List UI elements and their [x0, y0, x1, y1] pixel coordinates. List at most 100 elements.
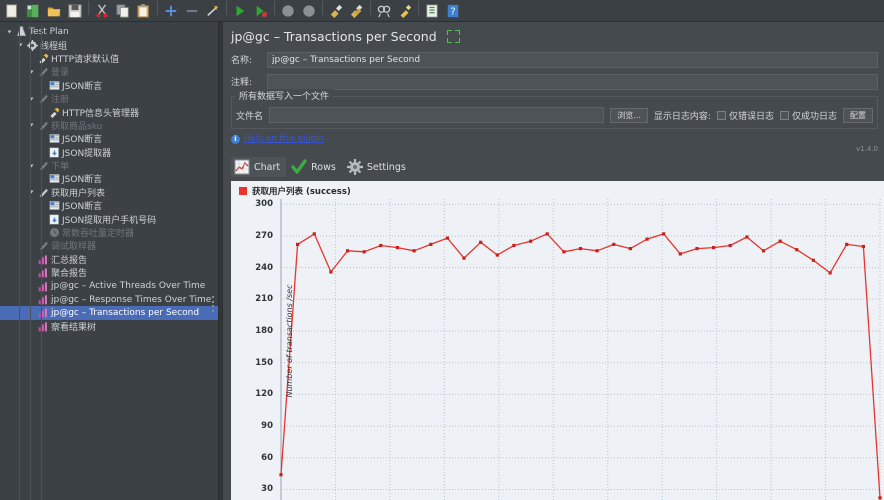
listener-icon [37, 307, 50, 318]
tree-item-jp-gc-active-threads-over-time[interactable]: jp@gc – Active Threads Over Time [0, 279, 218, 292]
chevron-down-icon[interactable] [15, 43, 26, 47]
gear-icon [346, 159, 363, 175]
chevron-down-icon[interactable] [26, 190, 37, 194]
browse-button[interactable]: 浏览... [610, 107, 648, 123]
tree-drag-handle[interactable] [212, 296, 215, 312]
tree-item-label: JSON断言 [62, 135, 103, 146]
tree-item-item-18[interactable]: 聚合报告 [0, 266, 218, 279]
chevron-down-icon[interactable] [26, 70, 37, 74]
success-only-label: 仅成功日志 [791, 111, 837, 122]
expand-panel-icon[interactable] [446, 30, 460, 43]
tab-label: Chart [254, 161, 281, 173]
tree-item-label: 登录 [51, 68, 70, 79]
tab-label: Rows [311, 161, 336, 173]
y-axis-tick: 90 [261, 421, 273, 432]
chevron-down-icon[interactable] [26, 97, 37, 101]
tree-item-json[interactable]: JSON断言 [0, 132, 218, 145]
search-icon[interactable] [374, 1, 394, 21]
tree-item-jp-gc-response-times-over-time[interactable]: jp@gc – Response Times Over Time [0, 293, 218, 306]
tree-item-item-22[interactable]: 察看结果树 [0, 320, 218, 333]
filename-input[interactable] [269, 107, 605, 123]
y-axis-tick: 300 [255, 199, 273, 210]
open-icon[interactable] [44, 1, 64, 21]
tree-item-item-5[interactable]: 注册 [0, 92, 218, 105]
cut-icon[interactable] [92, 1, 112, 21]
start-icon[interactable] [230, 1, 250, 21]
tree-item-sku[interactable]: 获取商品sku [0, 119, 218, 132]
errors-only-checkbox[interactable]: 仅错误日志 [716, 109, 774, 122]
main-body: Test Plan 线程组 HTTP请求默认值 登录 JSON断言 注册 HTTP信息头管理… [0, 22, 884, 500]
y-axis-tick: 210 [255, 294, 273, 305]
new-icon[interactable] [2, 1, 22, 21]
tree-item-label: 获取商品sku [51, 121, 103, 132]
write-results-group: 所有数据写入一个文件 文件名 浏览... 显示日志内容: 仅错误日志 仅成功日志… [231, 89, 878, 129]
tree-item-label: 汇总报告 [51, 255, 88, 266]
tab-chart[interactable]: Chart [231, 157, 287, 177]
y-axis-tick: 240 [255, 262, 273, 273]
checkbox-box-errors[interactable] [716, 110, 726, 120]
save-icon[interactable] [65, 1, 85, 21]
configure-button[interactable]: 配置 [843, 107, 873, 123]
checkbox-box-success[interactable] [779, 110, 789, 120]
tree-item-json[interactable]: JSON提取用户手机号码 [0, 212, 218, 226]
search-reset-icon[interactable] [395, 1, 415, 21]
expand-all-icon[interactable] [161, 1, 181, 21]
y-axis-tick: 150 [255, 357, 273, 368]
sampler-icon [37, 120, 50, 131]
tree-item-test-plan[interactable]: Test Plan [0, 25, 218, 38]
chevron-down-icon[interactable] [26, 164, 37, 168]
tree-item-item-17[interactable]: 汇总报告 [0, 253, 218, 266]
chevron-down-icon[interactable] [26, 123, 37, 127]
start-no-pauses-icon[interactable] [251, 1, 271, 21]
toggle-icon[interactable] [203, 1, 223, 21]
help-link[interactable]: Help on this plugin [244, 134, 324, 144]
clear-all-icon[interactable] [347, 1, 367, 21]
tab-settings[interactable]: Settings [344, 157, 412, 177]
tree-item-item-16[interactable]: 调试取样器 [0, 239, 218, 252]
listener-icon [37, 281, 50, 292]
testplan-icon [15, 26, 28, 37]
chevron-down-icon[interactable] [4, 30, 15, 34]
tree-item-label: Test Plan [29, 26, 69, 37]
sampler-icon [37, 93, 50, 104]
info-icon: i [231, 134, 240, 144]
sampler-icon [37, 240, 50, 252]
tree-item-label: 下单 [51, 162, 70, 173]
tree-item-item-10[interactable]: 下单 [0, 159, 218, 172]
tree-item-http[interactable]: HTTP信息头管理器 [0, 105, 218, 119]
paste-icon[interactable] [134, 1, 154, 21]
assertion-icon [48, 80, 61, 91]
name-input[interactable] [267, 51, 878, 68]
tree-item-jp-gc-transactions-per-second[interactable]: jp@gc – Transactions per Second [0, 306, 218, 320]
templates-icon[interactable] [23, 1, 43, 21]
collapse-all-icon[interactable] [182, 1, 202, 21]
comment-input[interactable] [267, 73, 878, 90]
assertion-icon [48, 173, 61, 184]
tree-item-item-3[interactable]: 登录 [0, 65, 218, 78]
success-only-checkbox[interactable]: 仅成功日志 [779, 109, 837, 122]
clear-icon[interactable] [326, 1, 346, 21]
help-icon[interactable]: ? [443, 1, 463, 21]
tree-item-json[interactable]: JSON提取器 [0, 146, 218, 159]
chart-icon [234, 159, 250, 175]
tree-item-json[interactable]: JSON断言 [0, 79, 218, 92]
tree-item-json[interactable]: JSON断言 [0, 199, 218, 212]
tree-item-label: 调试取样器 [51, 242, 97, 253]
stop-icon[interactable] [278, 1, 298, 21]
help-row: i Help on this plugin [223, 129, 884, 144]
jmeter-window: ? Test Plan 线程组 HTTP请求默认值 登录 JSON断言 注册 HTTP信息头… [0, 0, 884, 500]
shutdown-icon[interactable] [299, 1, 319, 21]
tree-item-http[interactable]: HTTP请求默认值 [0, 52, 218, 65]
tab-rows[interactable]: Rows [288, 157, 342, 177]
test-plan-tree[interactable]: Test Plan 线程组 HTTP请求默认值 登录 JSON断言 注册 HTTP信息头管理… [0, 22, 218, 500]
tree-item-json[interactable]: JSON断言 [0, 172, 218, 185]
function-helper-icon[interactable] [422, 1, 442, 21]
listener-tabs: Chart Rows Settings [223, 155, 884, 179]
comment-label: 注释: [231, 78, 253, 88]
tree-item-item-1[interactable]: 线程组 [0, 38, 218, 52]
copy-icon[interactable] [113, 1, 133, 21]
tree-item-item-12[interactable]: 获取用户列表 [0, 186, 218, 199]
tree-item-item-15[interactable]: 常数吞吐量定时器 [0, 226, 218, 239]
tab-label: Settings [366, 161, 406, 173]
sampler-icon [37, 66, 50, 78]
